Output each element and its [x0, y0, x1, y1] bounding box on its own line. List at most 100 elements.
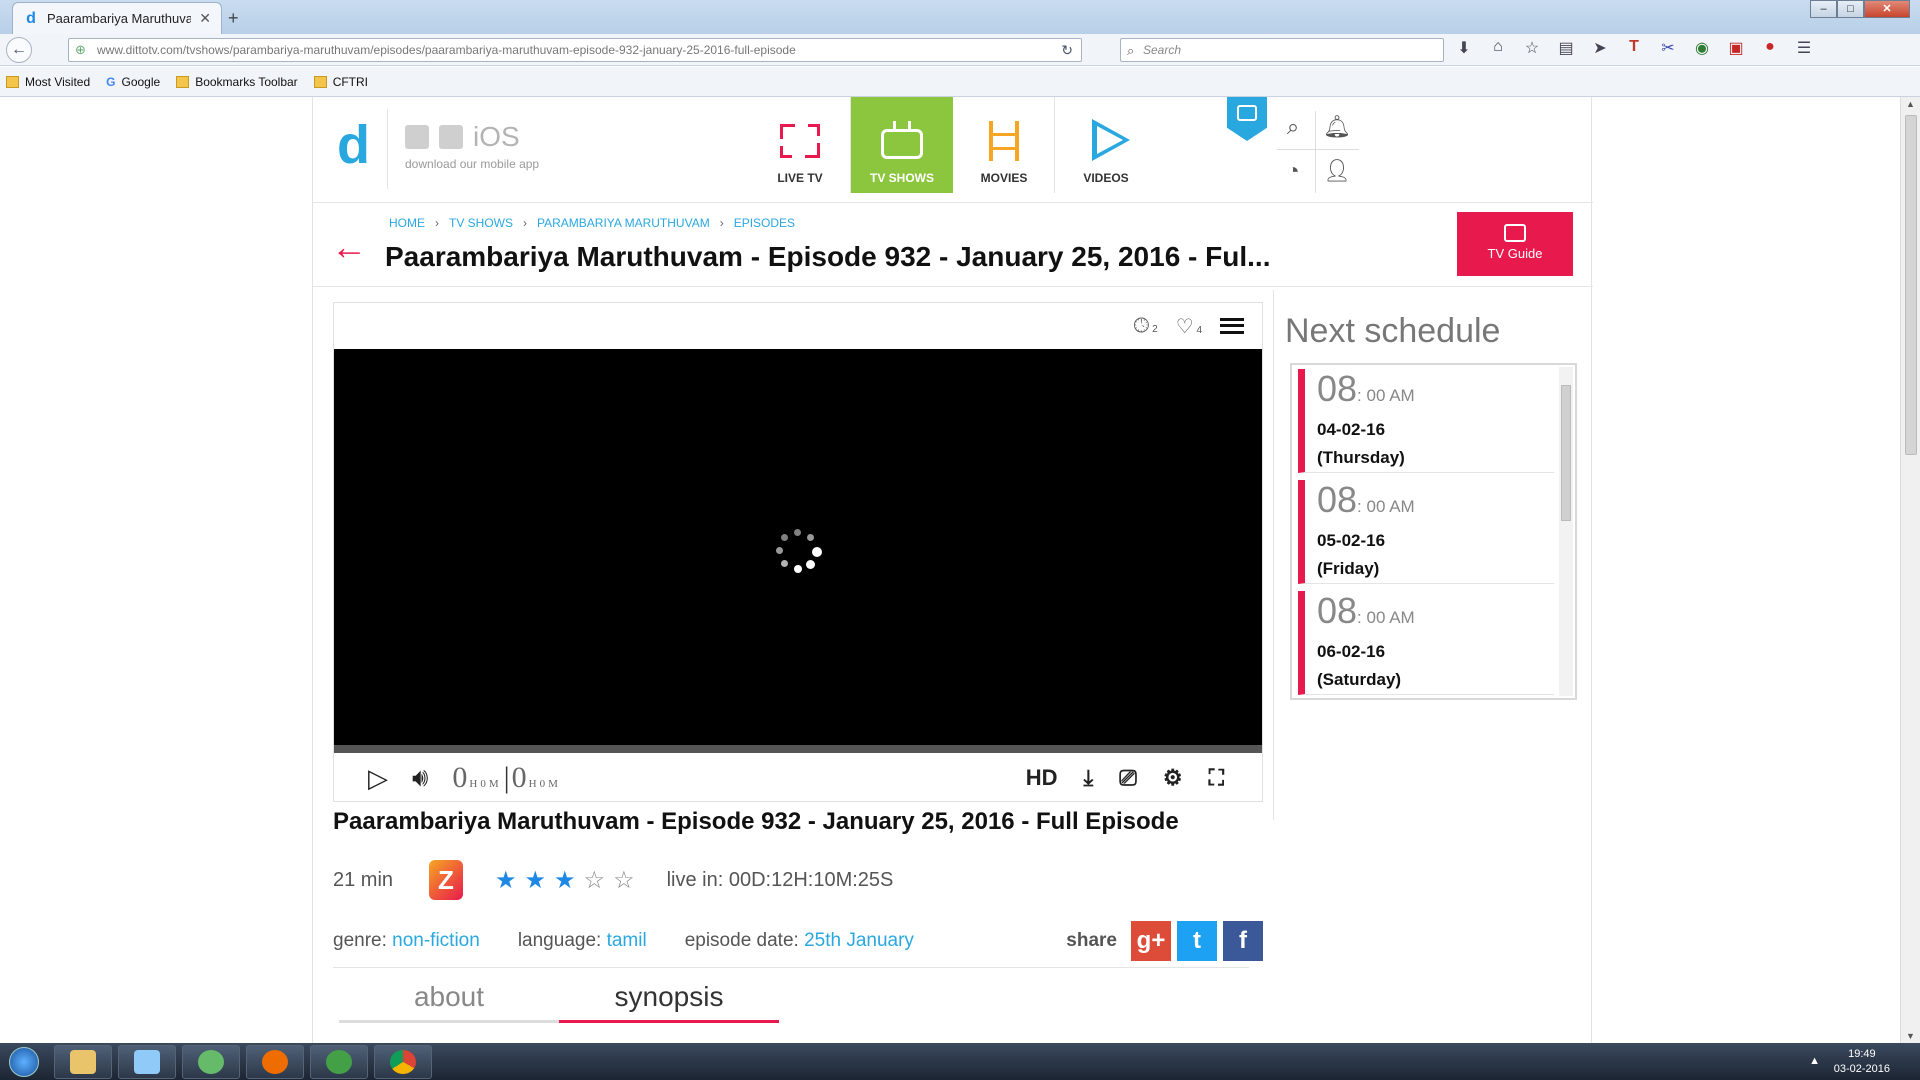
tab-synopsis[interactable]: synopsis [559, 977, 779, 1023]
send-icon[interactable]: ➤ [1588, 38, 1612, 58]
star-filled-icon[interactable]: ★ [525, 866, 547, 895]
taskbar-firefox[interactable] [246, 1044, 304, 1079]
time-display: 0 H0M | 0 H0M [452, 761, 561, 794]
start-button[interactable] [0, 1043, 48, 1080]
watch-later-icon[interactable]: 🕓︎ [1134, 315, 1150, 337]
heart-icon[interactable]: ♡ [1176, 316, 1194, 338]
bookmark-cftri[interactable]: CFTRI [313, 75, 368, 89]
notification-bell-icon[interactable]: 🔔︎ [1317, 107, 1357, 147]
dittotv-logo[interactable]: d [337, 118, 371, 172]
play-icon[interactable]: ▷ [368, 763, 388, 794]
nav-videos[interactable]: VIDEOS [1055, 97, 1157, 193]
nav-movies[interactable]: MOVIES [953, 97, 1055, 193]
reload-icon[interactable]: ↻ [1061, 42, 1073, 59]
breadcrumb-home[interactable]: HOME [389, 216, 425, 230]
schedule-item[interactable]: 08: 00 AM 06-02-16 (Saturday) [1298, 591, 1554, 695]
user-icon[interactable]: 👤︎ [1317, 151, 1357, 191]
site-identity-icon[interactable]: ⊕ [75, 42, 86, 58]
breadcrumb-tv-shows[interactable]: TV SHOWS [449, 216, 513, 230]
episode-date-link[interactable]: 25th January [804, 930, 914, 951]
bookmark-star-icon[interactable]: ☆ [1520, 38, 1544, 58]
back-arrow-icon[interactable]: ← [6, 36, 32, 63]
search-icon[interactable]: ⌕ [1273, 107, 1313, 147]
taskbar-chrome[interactable] [374, 1044, 432, 1079]
scroll-up-icon[interactable]: ▲ [1906, 99, 1915, 109]
settings-gear-icon[interactable]: ⚙ [1163, 765, 1183, 791]
ios-label[interactable]: iOS [473, 121, 520, 153]
scrollbar-thumb[interactable] [1561, 385, 1571, 521]
facebook-share-icon[interactable]: f [1223, 921, 1263, 961]
taskbar-explorer[interactable] [54, 1044, 112, 1079]
fullscreen-icon[interactable]: ⛶ [1209, 765, 1224, 791]
rating-stars[interactable]: ★ ★ ★ ☆ ☆ [495, 866, 635, 895]
tray-arrow-icon[interactable]: ▲ [1809, 1055, 1820, 1067]
adblock-icon[interactable]: ● [1758, 38, 1782, 58]
bookmarks-menu-icon[interactable]: ▤ [1554, 38, 1578, 58]
nav-tv-shows[interactable]: TV SHOWS [851, 97, 953, 193]
search-box[interactable]: ⌕ Search [1120, 38, 1444, 62]
mobile-apps[interactable]: iOS [405, 121, 520, 153]
menu-icon[interactable]: ☰ [1792, 38, 1816, 58]
windows-start-icon [9, 1046, 39, 1077]
bookmark-most-visited[interactable]: Most Visited [6, 75, 90, 89]
star-filled-icon[interactable]: ★ [554, 866, 576, 895]
star-empty-icon[interactable]: ☆ [584, 866, 606, 895]
extension-t-icon[interactable]: T [1622, 38, 1646, 58]
playlist-menu-icon[interactable] [1220, 318, 1244, 334]
genre-link[interactable]: non-fiction [392, 930, 480, 951]
progress-bar[interactable] [334, 745, 1262, 753]
extension-new-icon[interactable]: ▣ [1724, 38, 1748, 58]
breadcrumb-episodes[interactable]: EPISODES [734, 216, 795, 230]
browser-tab[interactable]: d Paarambariya Maruthuva... ✕ [12, 2, 222, 34]
schedule-item[interactable]: 08: 00 AM 05-02-16 (Friday) [1298, 480, 1554, 584]
minimize-icon[interactable]: – [1810, 0, 1837, 18]
android-icon[interactable] [439, 125, 463, 149]
bookmark-toolbar-folder[interactable]: Bookmarks Toolbar [176, 75, 298, 89]
scrollbar-thumb[interactable] [1905, 115, 1917, 455]
cast-icon[interactable]: ⎚ [1119, 765, 1137, 791]
star-empty-icon[interactable]: ☆ [613, 866, 635, 895]
close-window-icon[interactable]: ✕ [1864, 0, 1910, 18]
taskbar-app2[interactable] [310, 1044, 368, 1079]
loading-spinner-icon [776, 529, 822, 573]
google-plus-share-icon[interactable]: g+ [1131, 921, 1171, 961]
new-tab-icon[interactable]: + [228, 8, 250, 28]
nav-live-tv[interactable]: LIVE TV [749, 97, 851, 193]
tv-badge-icon[interactable] [1227, 97, 1267, 141]
language-link[interactable]: tamil [607, 930, 647, 951]
star-filled-icon[interactable]: ★ [495, 866, 517, 895]
downloads-icon[interactable]: ⬇ [1452, 38, 1476, 58]
video-canvas[interactable] [334, 349, 1262, 745]
firefox-icon [262, 1049, 288, 1074]
extension-link-icon[interactable]: ✂ [1656, 38, 1680, 58]
windows-icon[interactable] [405, 125, 429, 149]
tab-about[interactable]: about [339, 977, 559, 1023]
bookmark-google[interactable]: G Google [106, 75, 160, 89]
close-tab-icon[interactable]: ✕ [199, 10, 211, 27]
zee-tamil-channel-logo[interactable]: Z [429, 860, 463, 900]
profile-switch-icon[interactable]: ◔ [1273, 151, 1313, 191]
page-scrollbar[interactable]: ▲ ▼ [1900, 97, 1920, 1043]
taskbar-app[interactable] [118, 1044, 176, 1079]
schedule-item[interactable]: 08: 00 AM 04-02-16 (Thursday) [1298, 369, 1554, 473]
extension-globe-icon[interactable]: ◉ [1690, 38, 1714, 58]
tv-guide-button[interactable]: TV Guide [1457, 212, 1573, 276]
twitter-share-icon[interactable]: t [1177, 921, 1217, 961]
schedule-date: 05-02-16 [1317, 531, 1386, 550]
episode-date-label: episode date: [684, 930, 799, 951]
volume-icon[interactable]: 🔊︎ [412, 762, 428, 794]
time-total-unit: H0M [528, 778, 561, 790]
scroll-down-icon[interactable]: ▼ [1906, 1031, 1915, 1041]
download-icon[interactable]: ⤓ [1084, 765, 1094, 791]
back-arrow-icon[interactable]: ← [331, 229, 367, 265]
taskbar-globe[interactable] [182, 1044, 240, 1079]
address-bar[interactable]: ⊕ www.dittotv.com/tvshows/parambariya-ma… [68, 38, 1082, 62]
hd-toggle[interactable]: HD [1026, 765, 1058, 791]
schedule-minutes: : 00 AM [1357, 608, 1415, 627]
home-icon[interactable]: ⌂ [1486, 38, 1510, 58]
schedule-list[interactable]: 08: 00 AM 04-02-16 (Thursday) 08: 00 AM … [1290, 363, 1577, 700]
maximize-icon[interactable]: □ [1837, 0, 1864, 18]
breadcrumb-show[interactable]: PARAMBARIYA MARUTHUVAM [537, 216, 710, 230]
system-clock[interactable]: 19:49 03-02-2016 [1834, 1047, 1890, 1077]
schedule-scrollbar[interactable] [1559, 367, 1573, 696]
